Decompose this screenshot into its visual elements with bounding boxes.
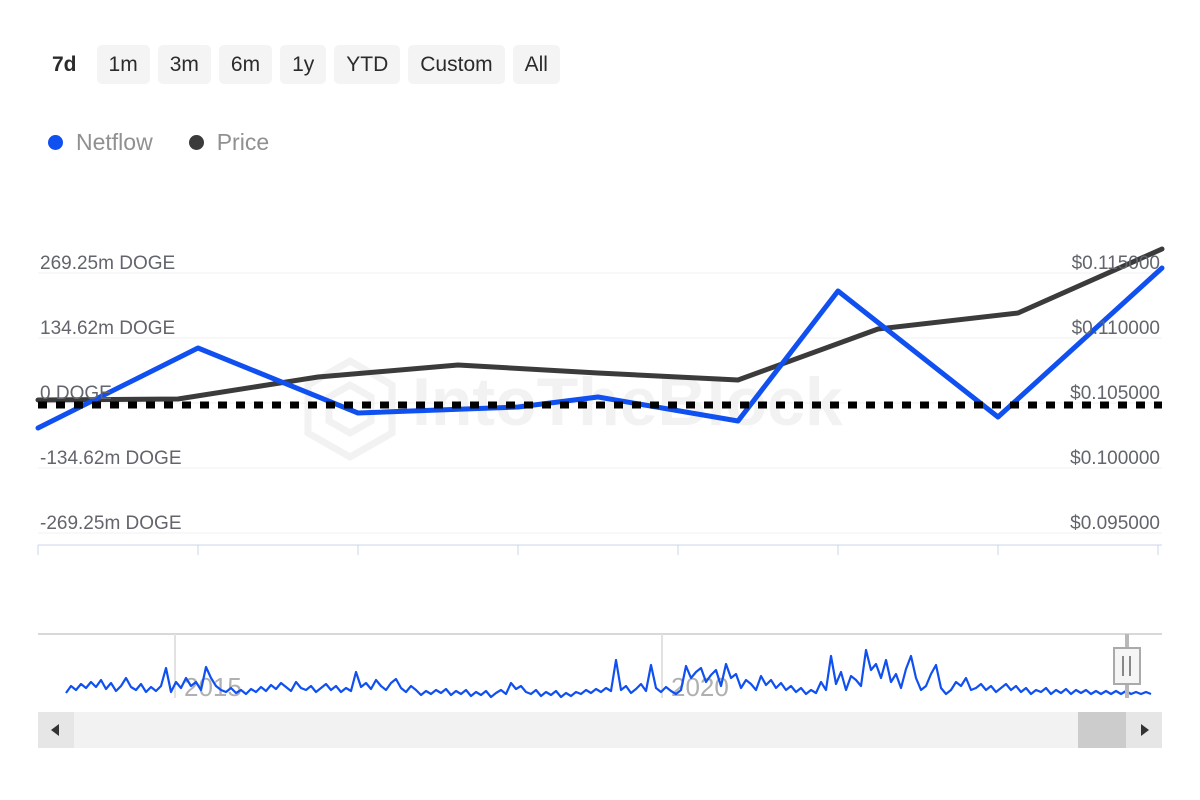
scrollbar-thumb[interactable] <box>1078 712 1126 748</box>
left-axis-tick-2: 0 DOGE <box>40 383 112 404</box>
chevron-right-icon <box>1138 723 1150 737</box>
circle-dot-icon <box>189 135 204 150</box>
right-axis-tick-2: $0.105000 <box>1070 383 1160 404</box>
left-axis-tick-1: 134.62m DOGE <box>40 318 175 339</box>
right-axis-tick-1: $0.110000 <box>1072 318 1160 339</box>
main-chart[interactable]: IntoTheBlock 269.25m DOGE 134.62m DOGE 0… <box>0 225 1200 555</box>
left-axis-tick-0: 269.25m DOGE <box>40 253 175 274</box>
range-button-6m[interactable]: 6m <box>219 45 272 84</box>
legend-item-netflow[interactable]: Netflow <box>48 131 153 154</box>
horizontal-scrollbar[interactable] <box>38 712 1162 748</box>
left-axis-tick-4: -269.25m DOGE <box>40 513 182 534</box>
navigator-year-2020: 2020 <box>671 672 729 702</box>
watermark: IntoTheBlock <box>308 361 843 457</box>
legend-label-netflow: Netflow <box>76 131 153 154</box>
scroll-left-button[interactable] <box>38 712 74 748</box>
range-selector: 7d 1m 3m 6m 1y YTD Custom All <box>40 45 560 84</box>
right-axis-tick-3: $0.100000 <box>1070 448 1160 469</box>
range-button-ytd[interactable]: YTD <box>334 45 400 84</box>
range-button-custom[interactable]: Custom <box>408 45 504 84</box>
x-axis <box>38 545 1162 555</box>
left-axis-tick-3: -134.62m DOGE <box>40 448 182 469</box>
scrollbar-track[interactable] <box>74 712 1078 748</box>
navigator-year-2015: 2015 <box>184 672 242 702</box>
range-button-7d[interactable]: 7d <box>40 45 89 84</box>
range-button-all[interactable]: All <box>513 45 560 84</box>
legend-item-price[interactable]: Price <box>189 131 269 154</box>
range-button-1y[interactable]: 1y <box>280 45 326 84</box>
range-button-1m[interactable]: 1m <box>97 45 150 84</box>
navigator[interactable]: 2015 2020 <box>38 620 1162 710</box>
right-axis-tick-0: $0.115000 <box>1072 253 1160 274</box>
right-axis-tick-4: $0.095000 <box>1070 513 1160 534</box>
circle-dot-icon <box>48 135 63 150</box>
legend-label-price: Price <box>217 131 269 154</box>
scroll-right-button[interactable] <box>1126 712 1162 748</box>
chart-legend: Netflow Price <box>48 131 269 154</box>
chevron-left-icon <box>50 723 62 737</box>
range-button-3m[interactable]: 3m <box>158 45 211 84</box>
